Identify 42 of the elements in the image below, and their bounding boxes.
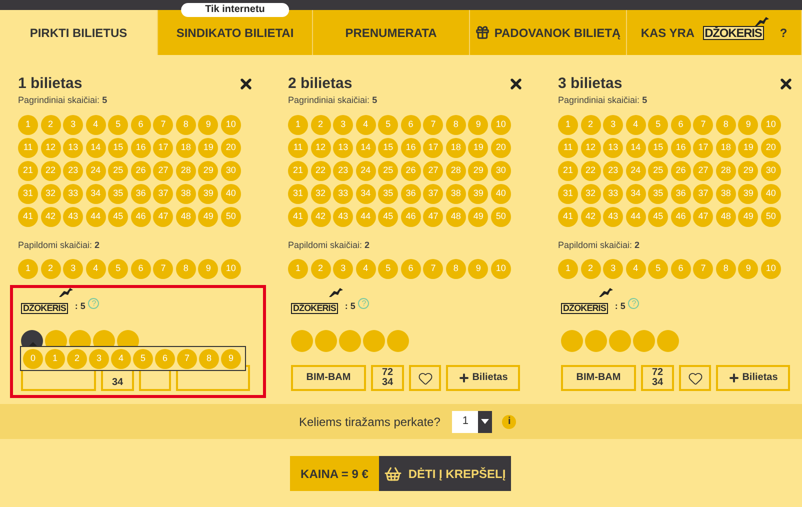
online-badge: Tik internetu [181,3,289,17]
main-numbers-label: Pagrindiniai skaičiai: 5 [18,94,108,107]
joker-count: : 5 [344,300,356,314]
joker-count: : 5 [74,300,86,314]
heart-icon [688,370,702,386]
extra-numbers-label: Papildomi skaičiai: 2 [18,238,101,252]
logo: DŽOKERIS [291,303,338,314]
help-icon[interactable]: ? [88,298,100,308]
bim-bam-button[interactable]: BIM-BAM [291,365,366,391]
ticket-title: 3 bilietas [558,75,622,93]
joker-count: : 5 [614,300,626,314]
help-icon[interactable]: ? [628,298,640,308]
add-to-cart-button[interactable]: DĖTI Į KREPŠELĮ [379,456,511,491]
help-icon[interactable]: ? [358,298,370,308]
extra-numbers-label: Papildomi skaičiai: 2 [558,238,641,252]
quick-pick-button[interactable]: 72 34 [641,365,674,391]
favorite-button[interactable] [409,365,441,391]
close-icon[interactable] [508,76,524,92]
info-icon[interactable]: i [502,414,516,428]
plus-icon [458,372,470,384]
add-ticket-button[interactable]: Bilietas [716,365,790,391]
add-ticket-button[interactable]: Bilietas [446,365,520,391]
price-label: KAINA = 9 € [290,456,379,491]
close-icon[interactable] [778,76,794,92]
heart-icon [418,370,432,386]
main-numbers-label: Pagrindiniai skaičiai: 5 [288,94,378,107]
ticket-title: 2 bilietas [288,75,352,93]
logo: DŽOKERIS [21,303,68,314]
plus-icon [728,372,740,384]
quick-pick-button[interactable]: 72 34 [371,365,404,391]
logo: DŽOKERIS [561,303,608,314]
draws-label: Keliems tiražams perkate? [299,414,440,430]
ticket-title: 1 bilietas [18,75,82,93]
logo: DŽOKERIS [702,26,764,40]
main-numbers-label: Pagrindiniai skaičiai: 5 [558,94,648,107]
basket-icon [384,464,402,482]
draws-select[interactable]: 1 [452,410,492,432]
close-icon[interactable] [238,76,254,92]
favorite-button[interactable] [679,365,711,391]
extra-numbers-label: Papildomi skaičiai: 2 [288,238,371,252]
bim-bam-button[interactable]: BIM-BAM [561,365,636,391]
gift-icon [475,25,490,40]
